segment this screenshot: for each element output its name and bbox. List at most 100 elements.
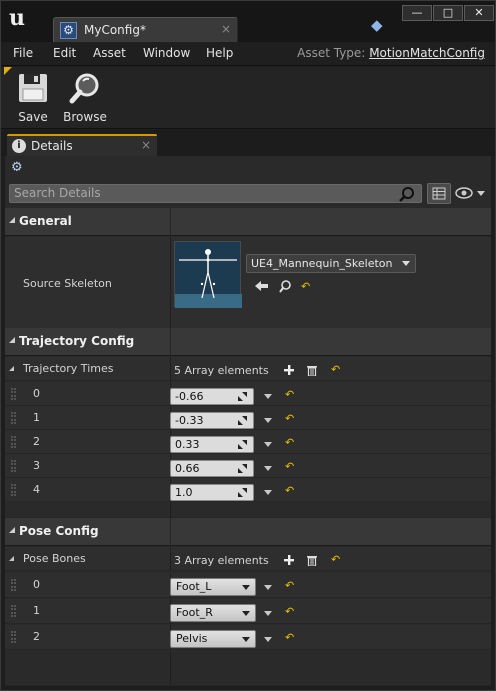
section-trajectory-header[interactable]: Trajectory Config — [5, 328, 491, 356]
toolbar: Save Browse — [1, 67, 495, 129]
element-index: 1 — [33, 411, 40, 424]
search-details-input[interactable]: Search Details — [9, 184, 422, 203]
trajectory-times-label: Trajectory Times — [23, 362, 114, 375]
reset-to-default-icon[interactable]: ↶ — [331, 554, 341, 565]
section-general-title: General — [19, 214, 72, 228]
drag-handle-icon[interactable] — [11, 412, 16, 424]
drag-value-icon — [238, 440, 247, 449]
element-index: 0 — [33, 578, 40, 591]
menu-window[interactable]: Window — [143, 46, 190, 60]
drag-handle-icon[interactable] — [11, 460, 16, 472]
menu-file[interactable]: File — [13, 46, 33, 60]
asset-type-link[interactable]: MotionMatchConfig — [369, 46, 485, 60]
eye-icon — [455, 187, 485, 199]
chevron-down-icon[interactable] — [264, 418, 272, 423]
search-icon[interactable] — [399, 186, 415, 202]
drag-handle-icon[interactable] — [11, 388, 16, 400]
drag-handle-icon[interactable] — [11, 605, 16, 617]
chevron-down-icon — [402, 261, 410, 266]
column-divider — [170, 208, 171, 236]
settings-gear-icon[interactable]: ⚙ — [11, 160, 23, 175]
details-tab-close-icon[interactable]: × — [141, 138, 151, 152]
chevron-down-icon[interactable] — [264, 394, 272, 399]
pose-bone-dropdown[interactable]: Foot_L — [170, 578, 256, 596]
save-button[interactable]: Save — [11, 71, 55, 127]
chevron-down-icon[interactable] — [264, 490, 272, 495]
unreal-logo-icon: u — [9, 5, 25, 31]
maximize-button[interactable]: □ — [433, 5, 463, 21]
trajectory-time-field[interactable]: 0.66 — [170, 460, 254, 477]
help-icon[interactable]: ◆ — [371, 17, 387, 33]
reset-to-default-icon[interactable]: ↶ — [285, 485, 295, 496]
chevron-down-icon[interactable] — [264, 611, 272, 616]
chevron-down-icon[interactable] — [264, 442, 272, 447]
trajectory-time-field[interactable]: -0.66 — [170, 388, 254, 405]
reset-to-default-icon[interactable]: ↶ — [285, 437, 295, 448]
document-tab[interactable]: ⚙ MyConfig* × — [53, 17, 238, 42]
reset-to-default-icon[interactable]: ↶ — [331, 364, 341, 375]
chevron-down-icon[interactable] — [264, 637, 272, 642]
column-divider — [170, 547, 171, 570]
trash-icon[interactable] — [307, 555, 317, 566]
chevron-down-icon[interactable] — [264, 585, 272, 590]
column-divider — [170, 518, 171, 546]
element-index: 2 — [33, 630, 40, 643]
column-divider — [170, 328, 171, 356]
property-matrix-button[interactable] — [427, 183, 451, 204]
trajectory-time-field[interactable]: -0.33 — [170, 412, 254, 429]
pose-bone-value: Foot_R — [176, 606, 213, 619]
element-index: 1 — [33, 604, 40, 617]
section-spacer — [5, 503, 491, 518]
menu-bar: File Edit Asset Window Help Asset Type: … — [1, 42, 495, 66]
info-icon: i — [12, 139, 26, 153]
skeleton-figure-icon — [175, 249, 242, 308]
browse-button-label: Browse — [63, 110, 107, 124]
expand-arrow-icon[interactable] — [9, 366, 14, 371]
chevron-down-icon — [242, 637, 250, 642]
drag-handle-icon[interactable] — [11, 484, 16, 496]
section-pose-header[interactable]: Pose Config — [5, 518, 491, 546]
pose-bone-dropdown[interactable]: Foot_R — [170, 604, 256, 622]
pose-bone-value: Pelvis — [176, 632, 208, 645]
menu-help[interactable]: Help — [206, 46, 233, 60]
drag-handle-icon[interactable] — [11, 579, 16, 591]
grid-list-icon — [432, 187, 446, 200]
trajectory-time-value: -0.66 — [175, 390, 204, 403]
close-window-button[interactable]: ✕ — [464, 5, 494, 21]
collapse-arrow-icon — [9, 217, 15, 223]
drag-handle-icon[interactable] — [11, 436, 16, 448]
details-tab[interactable]: i Details × — [7, 134, 157, 156]
expand-arrow-icon[interactable] — [9, 556, 14, 561]
add-element-icon[interactable] — [284, 365, 294, 375]
source-skeleton-label: Source Skeleton — [23, 277, 112, 290]
reset-to-default-icon[interactable]: ↶ — [301, 281, 311, 292]
skeleton-thumbnail[interactable] — [174, 241, 242, 308]
trajectory-time-field[interactable]: 1.0 — [170, 484, 254, 501]
menu-edit[interactable]: Edit — [53, 46, 76, 60]
reset-to-default-icon[interactable]: ↶ — [285, 606, 295, 617]
menu-asset[interactable]: Asset — [93, 46, 126, 60]
section-general-header[interactable]: General — [5, 208, 491, 236]
reset-to-default-icon[interactable]: ↶ — [285, 580, 295, 591]
reset-to-default-icon[interactable]: ↶ — [285, 389, 295, 400]
trajectory-time-value: 0.33 — [175, 438, 200, 451]
reset-to-default-icon[interactable]: ↶ — [285, 413, 295, 424]
use-selected-arrow-icon[interactable] — [255, 280, 269, 292]
reset-to-default-icon[interactable]: ↶ — [285, 632, 295, 643]
source-skeleton-dropdown[interactable]: UE4_Mannequin_Skeleton — [246, 254, 416, 273]
reset-to-default-icon[interactable]: ↶ — [285, 461, 295, 472]
trash-icon[interactable] — [307, 365, 317, 376]
drag-handle-icon[interactable] — [11, 631, 16, 643]
trajectory-time-field[interactable]: 0.33 — [170, 436, 254, 453]
trajectory-array-count: 5 Array elements — [174, 364, 269, 377]
add-element-icon[interactable] — [284, 555, 294, 565]
minimize-button[interactable]: — — [402, 5, 432, 21]
element-index: 2 — [33, 435, 40, 448]
view-options-button[interactable] — [455, 185, 489, 202]
pose-bone-dropdown[interactable]: Pelvis — [170, 630, 256, 648]
browse-asset-icon[interactable] — [279, 280, 292, 293]
document-tab-close-icon[interactable]: × — [221, 22, 231, 36]
browse-button[interactable]: Browse — [63, 71, 107, 127]
save-button-label: Save — [18, 110, 48, 124]
chevron-down-icon[interactable] — [264, 466, 272, 471]
